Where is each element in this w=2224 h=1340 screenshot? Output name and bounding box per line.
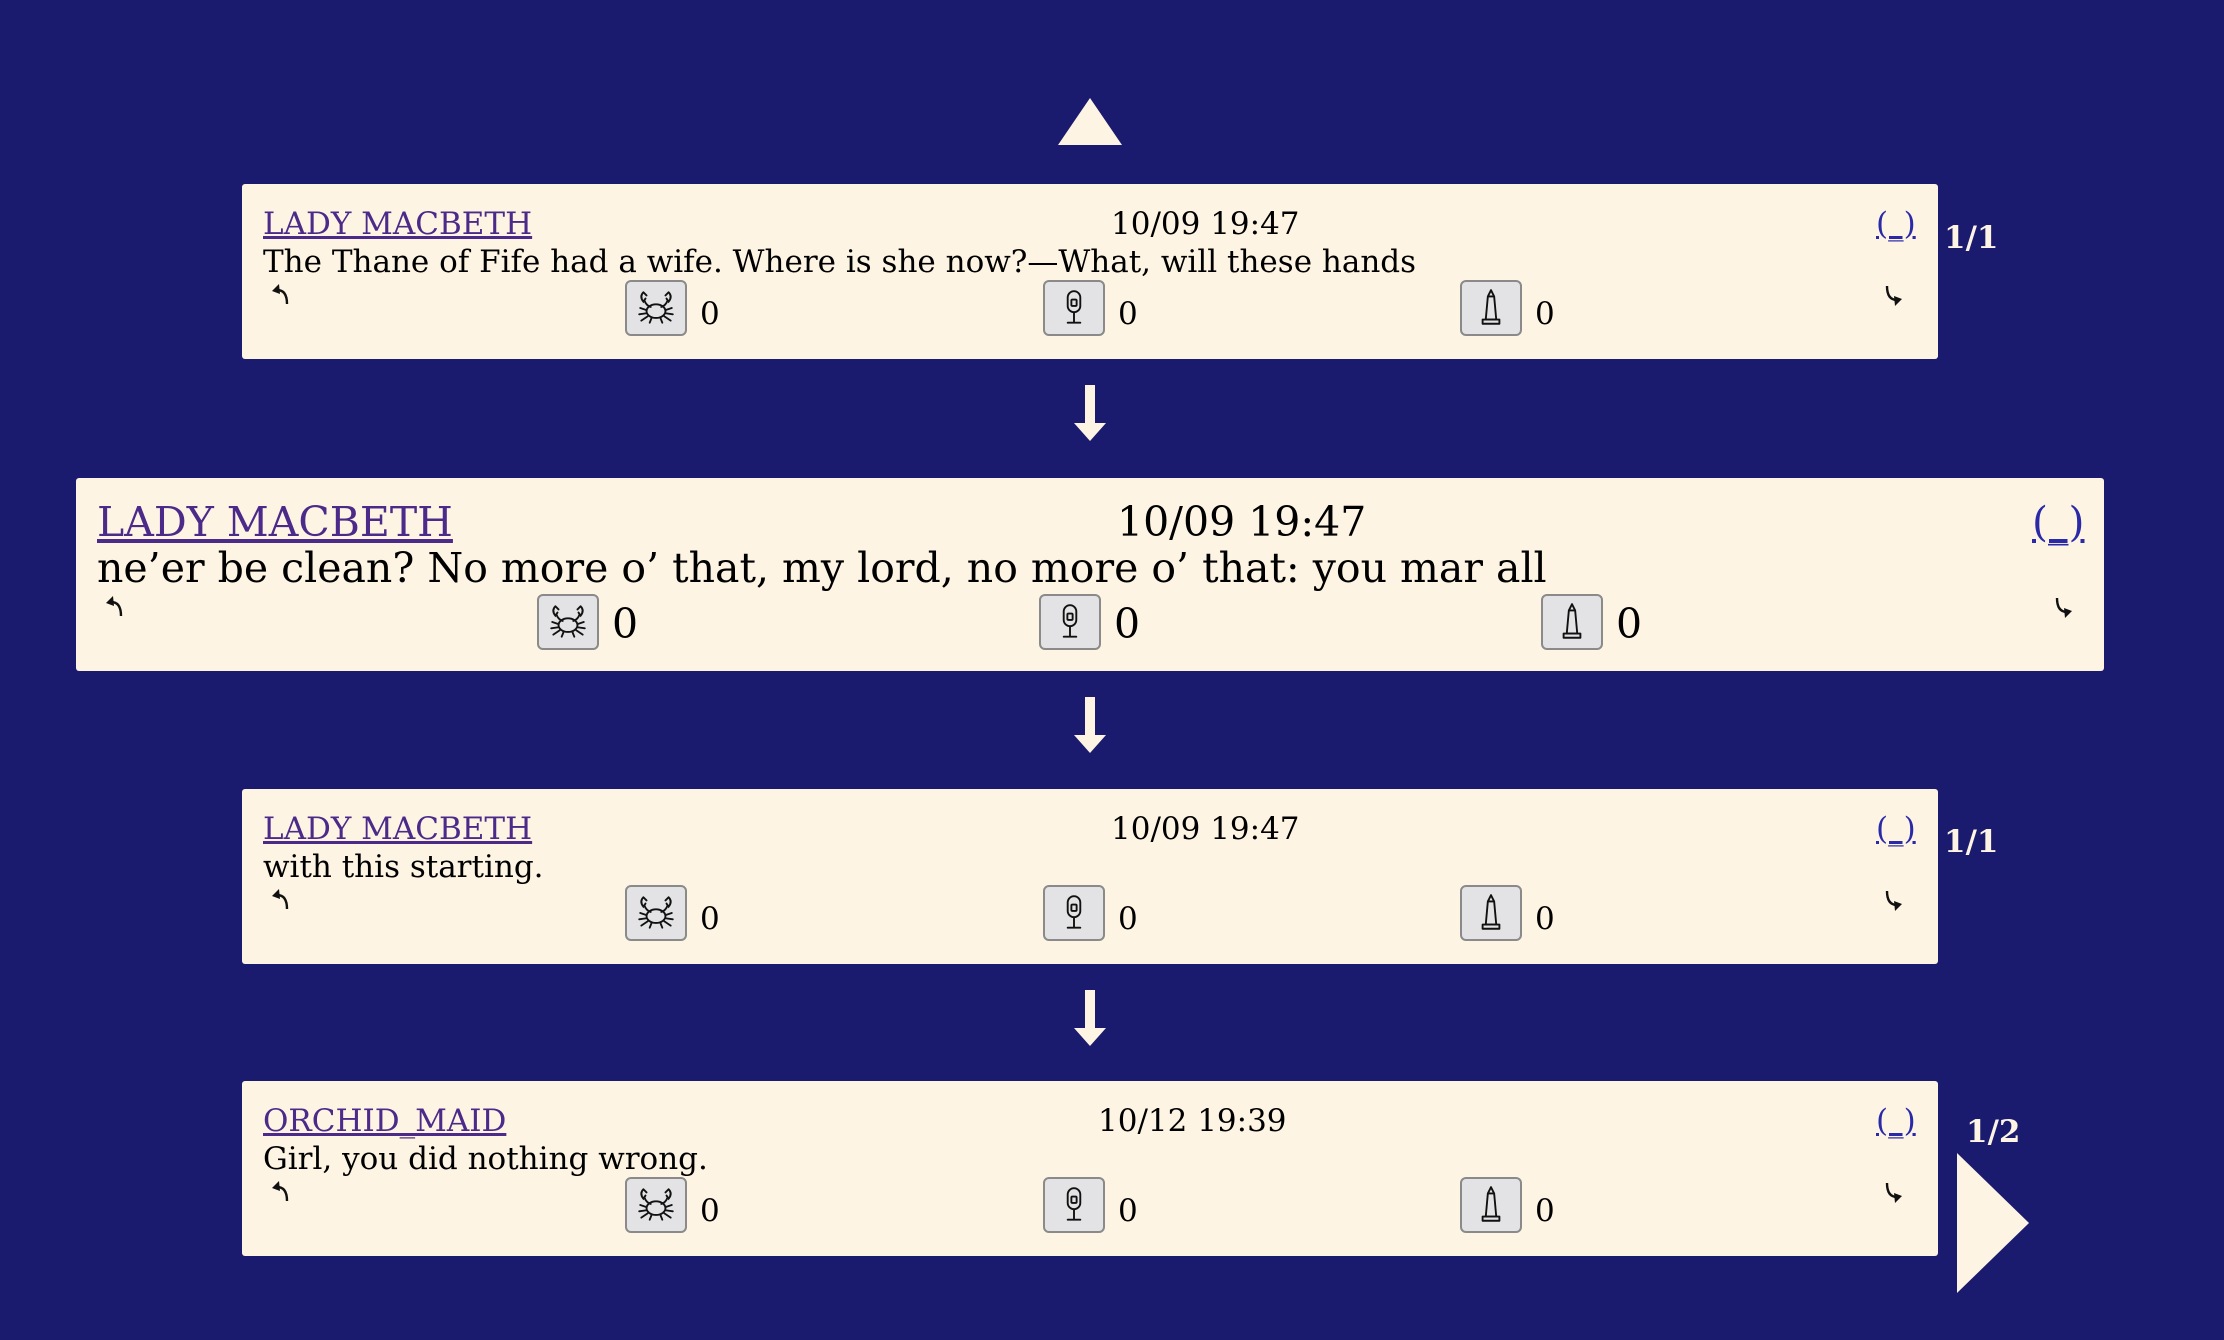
- microphone-reaction-button[interactable]: [1043, 1177, 1105, 1233]
- microphone-reaction-button[interactable]: [1043, 885, 1105, 941]
- focused-post-card: LADY MACBETH 10/09 19:47 (_) ne’er be cl…: [76, 478, 2104, 671]
- previous-reply-icon[interactable]: [270, 1179, 292, 1209]
- post-card: LADY MACBETH 10/09 19:47 (_) with this s…: [242, 789, 1938, 964]
- down-arrow-icon: [1072, 385, 1108, 443]
- obelisk-reaction-count: 0: [1535, 901, 1555, 937]
- collapse-link[interactable]: (_): [1876, 811, 1916, 847]
- post-author-link[interactable]: LADY MACBETH: [97, 498, 453, 546]
- crab-reaction-button[interactable]: [625, 885, 687, 941]
- post-text: with this starting.: [263, 849, 544, 885]
- post-card: ORCHID_MAID 10/12 19:39 (_) Girl, you di…: [242, 1081, 1938, 1256]
- collapse-link[interactable]: (_): [1876, 206, 1916, 242]
- sibling-counter: 1/2: [1966, 1114, 2021, 1150]
- sibling-counter: 1/1: [1944, 824, 1999, 860]
- crab-reaction-count: 0: [700, 901, 720, 937]
- microphone-reaction-count: 0: [1118, 1193, 1138, 1229]
- microphone-icon: [1053, 1184, 1095, 1226]
- post-author-link[interactable]: LADY MACBETH: [263, 811, 532, 847]
- microphone-icon: [1053, 287, 1095, 329]
- collapse-link[interactable]: (_): [2032, 498, 2085, 546]
- obelisk-icon: [1551, 601, 1593, 643]
- post-text: The Thane of Fife had a wife. Where is s…: [263, 244, 1417, 280]
- crab-icon: [635, 287, 677, 329]
- microphone-reaction-button[interactable]: [1043, 280, 1105, 336]
- next-reply-icon[interactable]: [2052, 594, 2074, 624]
- post-timestamp: 10/09 19:47: [1111, 811, 1300, 847]
- next-sibling-arrow-icon[interactable]: [1957, 1153, 2029, 1293]
- crab-reaction-button[interactable]: [537, 594, 599, 650]
- post-text: ne’er be clean? No more o’ that, my lord…: [97, 544, 1547, 592]
- microphone-reaction-button[interactable]: [1039, 594, 1101, 650]
- down-arrow-icon: [1072, 990, 1108, 1048]
- collapse-link[interactable]: (_): [1876, 1103, 1916, 1139]
- scroll-up-arrow-icon[interactable]: [1058, 98, 1122, 145]
- post-author-link[interactable]: LADY MACBETH: [263, 206, 532, 242]
- microphone-reaction-count: 0: [1118, 296, 1138, 332]
- crab-reaction-button[interactable]: [625, 1177, 687, 1233]
- next-reply-icon[interactable]: [1882, 282, 1904, 312]
- previous-reply-icon[interactable]: [270, 887, 292, 917]
- obelisk-reaction-button[interactable]: [1541, 594, 1603, 650]
- microphone-icon: [1053, 892, 1095, 934]
- obelisk-reaction-count: 0: [1535, 1193, 1555, 1229]
- post-timestamp: 10/09 19:47: [1111, 206, 1300, 242]
- crab-reaction-count: 0: [612, 600, 639, 648]
- obelisk-reaction-button[interactable]: [1460, 1177, 1522, 1233]
- microphone-reaction-count: 0: [1114, 600, 1141, 648]
- next-reply-icon[interactable]: [1882, 1179, 1904, 1209]
- microphone-reaction-count: 0: [1118, 901, 1138, 937]
- obelisk-icon: [1470, 287, 1512, 329]
- obelisk-reaction-count: 0: [1616, 600, 1643, 648]
- previous-reply-icon[interactable]: [104, 594, 126, 624]
- post-author-link[interactable]: ORCHID_MAID: [263, 1103, 506, 1139]
- microphone-icon: [1049, 601, 1091, 643]
- down-arrow-icon: [1072, 697, 1108, 755]
- sibling-counter: 1/1: [1944, 220, 1999, 256]
- previous-reply-icon[interactable]: [270, 282, 292, 312]
- crab-reaction-button[interactable]: [625, 280, 687, 336]
- post-text: Girl, you did nothing wrong.: [263, 1141, 708, 1177]
- post-card: LADY MACBETH 10/09 19:47 (_) The Thane o…: [242, 184, 1938, 359]
- obelisk-icon: [1470, 892, 1512, 934]
- crab-reaction-count: 0: [700, 296, 720, 332]
- post-timestamp: 10/09 19:47: [1117, 498, 1367, 546]
- crab-icon: [635, 892, 677, 934]
- obelisk-reaction-count: 0: [1535, 296, 1555, 332]
- crab-reaction-count: 0: [700, 1193, 720, 1229]
- obelisk-icon: [1470, 1184, 1512, 1226]
- post-timestamp: 10/12 19:39: [1098, 1103, 1287, 1139]
- obelisk-reaction-button[interactable]: [1460, 885, 1522, 941]
- obelisk-reaction-button[interactable]: [1460, 280, 1522, 336]
- crab-icon: [635, 1184, 677, 1226]
- crab-icon: [547, 601, 589, 643]
- next-reply-icon[interactable]: [1882, 887, 1904, 917]
